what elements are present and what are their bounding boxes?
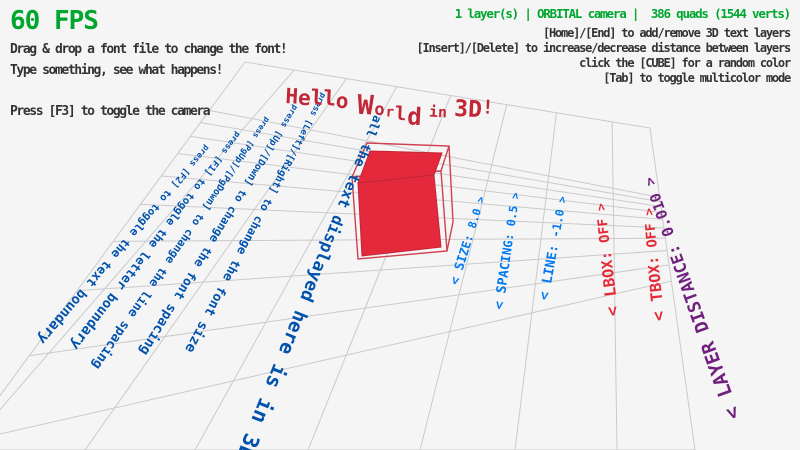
wave-letter: ! (482, 98, 494, 118)
wave-letter: l (323, 88, 337, 110)
wave-letter: o (374, 102, 385, 120)
wave-letter: d (407, 104, 423, 129)
hint-multicolor-mode: [Tab] to toggle multicolor mode (603, 71, 790, 85)
hint-layer-distance-keys: [Insert]/[Delete] to increase/decrease d… (416, 41, 790, 55)
hint-type-something: Type something, see what happens! (10, 63, 222, 78)
cube[interactable] (352, 143, 453, 259)
hint-cube-random-color: click the [CUBE] for a random color (579, 56, 790, 70)
wave-letter: e (297, 88, 311, 110)
hint-toggle-camera: Press [F3] to toggle the camera (10, 104, 209, 119)
wave-letter: l (310, 87, 324, 109)
text3d-demo-window: press [F2] to toggle the text boundarypr… (0, 0, 800, 450)
hint-drag-drop-font: Drag & drop a font file to change the fo… (10, 42, 286, 57)
wave-letter: o (335, 91, 349, 113)
wave-letter: H (285, 86, 299, 108)
hint-add-remove-layers: [Home]/[End] to add/remove 3D text layer… (543, 26, 790, 40)
wave-letter: W (357, 92, 375, 120)
wave-letter: n (438, 105, 448, 120)
wave-letter: D (467, 99, 482, 123)
fps-counter: 60 FPS (10, 6, 98, 36)
wave-letter: r (385, 105, 394, 119)
wave-letter: 3 (454, 98, 469, 122)
wave-letter: l (394, 105, 406, 125)
status-layers-camera-quads: 1 layer(s) | ORBITAL camera | 386 quads … (455, 6, 790, 21)
